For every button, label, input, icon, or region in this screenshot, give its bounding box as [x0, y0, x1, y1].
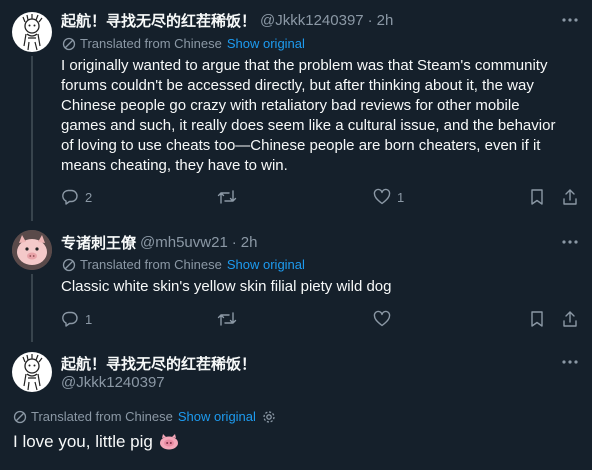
reply-icon	[62, 311, 78, 327]
gear-icon[interactable]	[262, 410, 276, 424]
reply-button[interactable]: 2	[61, 188, 92, 206]
translation-notice: Translated from Chinese Show original	[62, 36, 305, 51]
post-text-line: I originally wanted to argue that the pr…	[61, 57, 548, 74]
like-count: 1	[397, 189, 405, 205]
translate-icon	[13, 410, 27, 423]
display-name[interactable]: 起航！寻找无尽的红茬稀饭！	[61, 353, 256, 374]
share-button[interactable]	[561, 188, 579, 206]
reply-count: 2	[85, 189, 93, 205]
share-icon	[563, 189, 577, 205]
user-handle[interactable]: @mh5uvw21	[140, 234, 228, 251]
bookmark-button[interactable]	[529, 310, 545, 328]
bookmark-icon	[531, 311, 543, 327]
translate-icon	[62, 258, 76, 271]
translated-from-label: Translated from Chinese	[80, 257, 222, 272]
thread-connector-line	[31, 56, 33, 221]
sketch-figure-avatar-image	[22, 14, 43, 51]
focal-post: 起航！寻找无尽的红茬稀饭！ @Jkkk1240397 Translated fr…	[0, 342, 592, 470]
thread-connector-line	[31, 274, 33, 342]
post-actions: 2 1	[61, 188, 581, 208]
show-original-link[interactable]: Show original	[227, 36, 305, 51]
user-handle[interactable]: @Jkkk1240397	[260, 12, 364, 29]
post-text: I love you, little pig	[13, 432, 180, 452]
reply-post-1[interactable]: 起航！寻找无尽的红茬稀饭！ @Jkkk1240397 · 2h Translat…	[0, 0, 592, 225]
share-button[interactable]	[561, 310, 579, 328]
post-actions: 1	[61, 310, 581, 330]
like-button[interactable]: 1	[373, 188, 404, 206]
user-handle[interactable]: @Jkkk1240397	[61, 374, 165, 391]
avatar[interactable]	[12, 230, 52, 270]
post-timestamp[interactable]: 2h	[241, 234, 258, 251]
translation-notice: Translated from Chinese Show original	[62, 257, 305, 272]
reply-post-2[interactable]: 专诸刺王僚 @mh5uvw21 · 2h Translated from Chi…	[0, 225, 592, 342]
show-original-link[interactable]: Show original	[227, 257, 305, 272]
translate-icon	[62, 37, 76, 50]
avatar[interactable]	[12, 352, 52, 392]
display-name[interactable]: 专诸刺王僚	[61, 232, 136, 253]
more-options-icon[interactable]	[560, 10, 580, 30]
post-text: Classic white skin's yellow skin filial …	[61, 278, 392, 295]
sketch-figure-avatar-image	[22, 354, 43, 391]
post-text-content: I love you, little pig	[13, 432, 153, 451]
reply-icon	[62, 189, 78, 205]
display-name[interactable]: 起航！寻找无尽的红茬稀饭！	[61, 10, 256, 31]
pig-avatar-image	[12, 230, 52, 270]
like-button[interactable]	[373, 310, 391, 328]
reply-count: 1	[85, 311, 93, 327]
heart-icon	[373, 310, 391, 327]
post-text-line: forums couldn't be accessed directly, bu…	[61, 77, 534, 94]
translated-from-label: Translated from Chinese	[80, 36, 222, 51]
post-text-line: games and such, it really does seem like…	[61, 117, 556, 134]
separator-dot: ·	[231, 234, 237, 251]
post-text-line: of loving to use cheats too—Chinese peop…	[61, 137, 541, 154]
repost-button[interactable]	[217, 188, 237, 206]
repost-icon	[217, 190, 237, 204]
more-options-icon[interactable]	[560, 232, 580, 252]
post-text-line: Chinese people go crazy with retaliatory…	[61, 97, 520, 114]
avatar[interactable]	[12, 12, 52, 52]
repost-button[interactable]	[217, 310, 237, 328]
post-text-line: means cheating, they have to win.	[61, 157, 288, 174]
share-icon	[563, 311, 577, 327]
reply-button[interactable]: 1	[61, 310, 92, 328]
bookmark-icon	[531, 189, 543, 205]
translated-from-label: Translated from Chinese	[31, 409, 173, 424]
heart-icon	[373, 188, 391, 205]
post-text: I originally wanted to argue that the pr…	[61, 56, 581, 176]
post-timestamp[interactable]: 2h	[377, 12, 394, 29]
repost-icon	[217, 312, 237, 326]
separator-dot: ·	[367, 12, 373, 29]
bookmark-button[interactable]	[529, 188, 545, 206]
pig-nose-emoji-icon	[159, 434, 178, 450]
translation-notice: Translated from Chinese Show original	[13, 409, 276, 424]
more-options-icon[interactable]	[560, 352, 580, 372]
post-header: 起航！寻找无尽的红茬稀饭！ @Jkkk1240397 · 2h	[61, 10, 393, 31]
post-header: 专诸刺王僚 @mh5uvw21 · 2h	[61, 232, 257, 253]
show-original-link[interactable]: Show original	[178, 409, 256, 424]
